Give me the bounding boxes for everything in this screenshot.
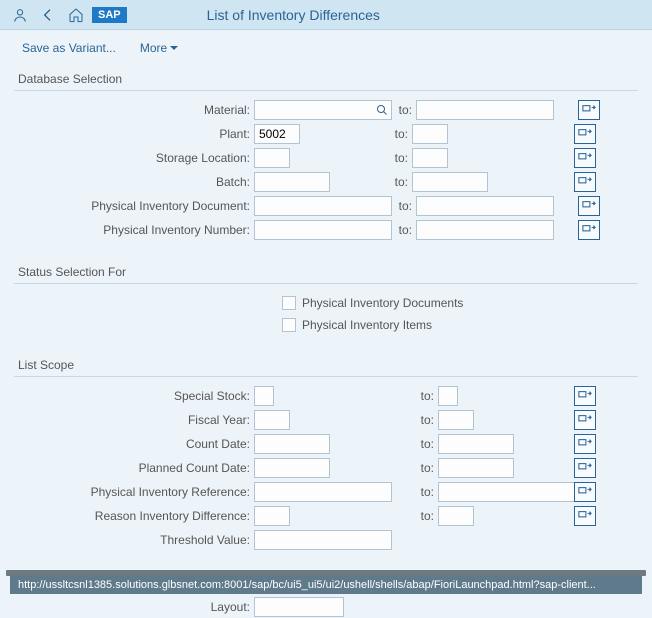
- expand-button[interactable]: [574, 458, 596, 478]
- expand-button[interactable]: [574, 124, 596, 144]
- count-date-label: Count Date:: [14, 437, 254, 451]
- reason-diff-label: Reason Inventory Difference:: [14, 509, 254, 523]
- layout-label: Layout:: [14, 600, 254, 614]
- threshold-label: Threshold Value:: [14, 533, 254, 547]
- user-icon[interactable]: [8, 3, 32, 27]
- back-icon[interactable]: [36, 3, 60, 27]
- material-input[interactable]: [254, 100, 392, 120]
- expand-button[interactable]: [578, 100, 600, 120]
- toolbar: Save as Variant... More: [0, 30, 652, 66]
- plant-to-input[interactable]: [412, 124, 448, 144]
- more-dropdown[interactable]: More: [140, 41, 179, 55]
- phys-inv-items-checkbox-label: Physical Inventory Items: [302, 318, 432, 332]
- section-list-scope: List Scope: [14, 352, 638, 377]
- header-bar: SAP List of Inventory Differences: [0, 0, 652, 30]
- expand-button[interactable]: [574, 482, 596, 502]
- plant-input[interactable]: [254, 124, 300, 144]
- storage-location-label: Storage Location:: [14, 151, 254, 165]
- special-stock-label: Special Stock:: [14, 389, 254, 403]
- to-label: to:: [274, 389, 438, 403]
- to-label: to:: [396, 223, 416, 237]
- material-to-input[interactable]: [416, 100, 554, 120]
- planned-count-date-label: Planned Count Date:: [14, 461, 254, 475]
- expand-button[interactable]: [574, 386, 596, 406]
- content: Database Selection Material: to: Plant: …: [0, 66, 652, 618]
- sap-logo: SAP: [92, 7, 127, 23]
- layout-input[interactable]: [254, 597, 344, 617]
- planned-count-date-to-input[interactable]: [438, 458, 514, 478]
- special-stock-input[interactable]: [254, 386, 274, 406]
- search-icon[interactable]: [376, 103, 388, 121]
- reason-diff-to-input[interactable]: [438, 506, 474, 526]
- count-date-to-input[interactable]: [438, 434, 514, 454]
- phys-inv-doc-input[interactable]: [254, 196, 392, 216]
- fiscal-year-input[interactable]: [254, 410, 290, 430]
- count-date-input[interactable]: [254, 434, 330, 454]
- save-variant-link[interactable]: Save as Variant...: [22, 41, 116, 55]
- to-label: to:: [300, 127, 412, 141]
- storage-location-to-input[interactable]: [412, 148, 448, 168]
- expand-button[interactable]: [574, 172, 596, 192]
- to-label: to:: [392, 485, 438, 499]
- storage-location-input[interactable]: [254, 148, 290, 168]
- section-database-selection: Database Selection: [14, 66, 638, 91]
- expand-button[interactable]: [574, 434, 596, 454]
- phys-inv-num-input[interactable]: [254, 220, 392, 240]
- to-label: to:: [330, 175, 412, 189]
- material-label: Material:: [14, 103, 254, 117]
- phys-inv-ref-to-input[interactable]: [438, 482, 576, 502]
- to-label: to:: [330, 461, 438, 475]
- home-icon[interactable]: [64, 3, 88, 27]
- fiscal-year-to-input[interactable]: [438, 410, 474, 430]
- special-stock-to-input[interactable]: [438, 386, 458, 406]
- phys-inv-docs-checkbox[interactable]: [282, 296, 296, 310]
- plant-label: Plant:: [14, 127, 254, 141]
- reason-diff-input[interactable]: [254, 506, 290, 526]
- chevron-down-icon: [169, 43, 179, 53]
- to-label: to:: [396, 103, 416, 117]
- to-label: to:: [290, 413, 438, 427]
- to-label: to:: [330, 437, 438, 451]
- batch-input[interactable]: [254, 172, 330, 192]
- phys-inv-num-to-input[interactable]: [416, 220, 554, 240]
- expand-button[interactable]: [578, 196, 600, 216]
- threshold-input[interactable]: [254, 530, 392, 550]
- page-title: List of Inventory Differences: [207, 7, 380, 23]
- expand-button[interactable]: [574, 506, 596, 526]
- to-label: to:: [290, 509, 438, 523]
- planned-count-date-input[interactable]: [254, 458, 330, 478]
- to-label: to:: [396, 199, 416, 213]
- expand-button[interactable]: [578, 220, 600, 240]
- phys-inv-docs-checkbox-label: Physical Inventory Documents: [302, 296, 463, 310]
- phys-inv-ref-input[interactable]: [254, 482, 392, 502]
- fiscal-year-label: Fiscal Year:: [14, 413, 254, 427]
- phys-inv-doc-to-input[interactable]: [416, 196, 554, 216]
- phys-inv-num-label: Physical Inventory Number:: [14, 223, 254, 237]
- phys-inv-doc-label: Physical Inventory Document:: [14, 199, 254, 213]
- status-bar: http://ussltcsnl1385.solutions.glbsnet.c…: [10, 576, 642, 594]
- to-label: to:: [290, 151, 412, 165]
- phys-inv-ref-label: Physical Inventory Reference:: [14, 485, 254, 499]
- expand-button[interactable]: [574, 148, 596, 168]
- section-status-selection: Status Selection For: [14, 259, 638, 284]
- batch-label: Batch:: [14, 175, 254, 189]
- phys-inv-items-checkbox[interactable]: [282, 318, 296, 332]
- expand-button[interactable]: [574, 410, 596, 430]
- batch-to-input[interactable]: [412, 172, 488, 192]
